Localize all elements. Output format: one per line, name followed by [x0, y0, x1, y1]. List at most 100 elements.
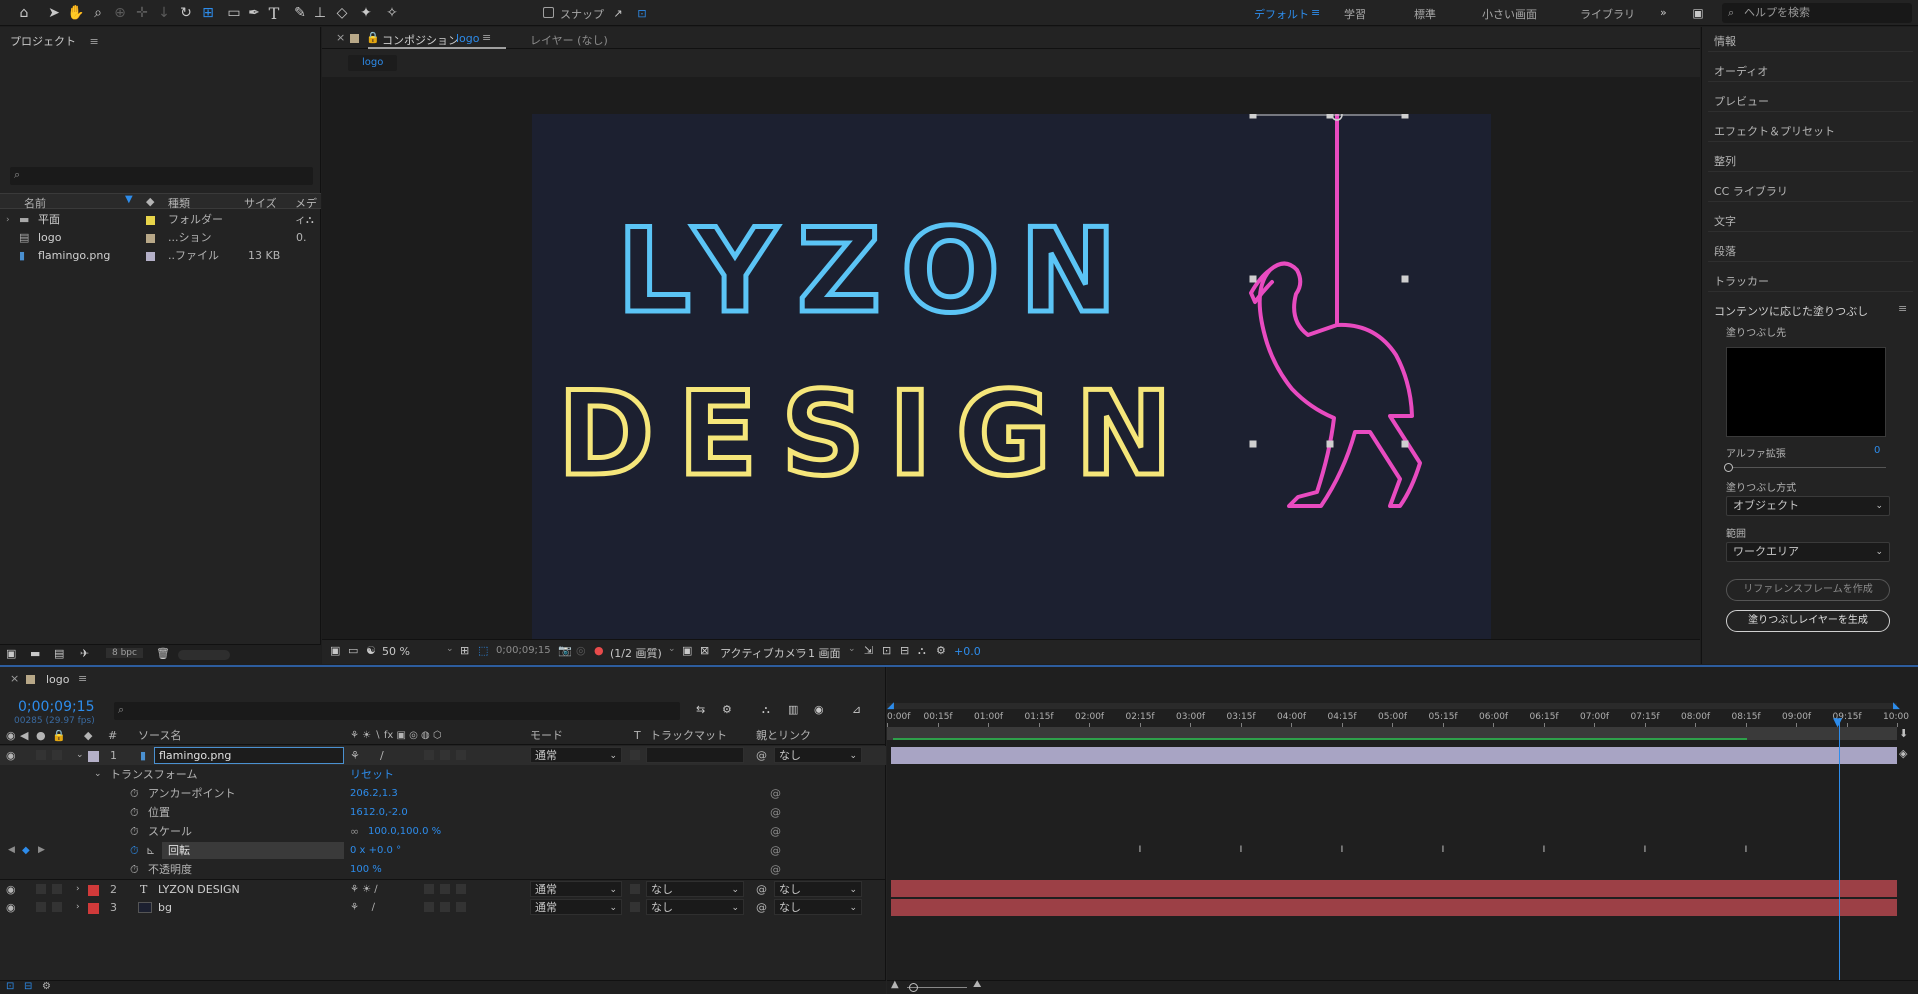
graph-editor-icon[interactable]: ⊿	[852, 703, 861, 716]
handle-bottom-right[interactable]	[1401, 440, 1409, 448]
prev-keyframe-icon[interactable]: ◀	[8, 841, 15, 860]
expand-arrow-icon[interactable]: ⌄	[76, 746, 84, 765]
grid-icon[interactable]: ⊞	[460, 644, 469, 657]
switch-box[interactable]	[440, 902, 450, 912]
brush-tool-icon[interactable]: ✎	[290, 3, 310, 23]
flowchart-icon[interactable]: ⛬	[306, 211, 314, 229]
rotation-keyframe-icon[interactable]: I	[1541, 845, 1548, 855]
current-time-display[interactable]: 0;00;09;15	[18, 699, 95, 715]
workspace-menu-icon[interactable]: ≡	[1311, 6, 1320, 19]
snap-checkbox[interactable]	[543, 7, 554, 18]
col-size[interactable]: サイズ	[244, 195, 277, 211]
create-reference-frame-button[interactable]: リファレンスフレームを作成	[1726, 579, 1890, 601]
interpret-footage-icon[interactable]: ▣	[6, 647, 16, 660]
layer-bar-2[interactable]	[891, 880, 1897, 897]
stopwatch-active-icon[interactable]: ⏱	[130, 841, 139, 860]
handle-top-left[interactable]	[1249, 111, 1257, 119]
transform-reset-link[interactable]: リセット	[350, 765, 394, 784]
fill-method-select[interactable]: オブジェクト ⌄	[1726, 496, 1890, 516]
solo-icon[interactable]: ●	[36, 727, 46, 745]
pickwhip-icon[interactable]: @	[770, 803, 781, 822]
eye-icon[interactable]: ◉	[6, 898, 16, 917]
shy-layers-icon[interactable]: ⛬	[762, 703, 770, 717]
panel-paragraph[interactable]: 段落	[1714, 243, 1736, 259]
layer-label-swatch[interactable]	[88, 885, 99, 896]
switch-box[interactable]	[424, 902, 434, 912]
pen-tool-icon[interactable]: ✒	[244, 3, 264, 23]
layer-row-3[interactable]: ◉ › 3 bg ⚘ ∕ 通常 ⌄ なし ⌄ @ なし ⌄	[0, 898, 886, 917]
rotation-keyframe-icon[interactable]: I	[1137, 845, 1144, 855]
anchor-tool-icon[interactable]: ⊞	[198, 3, 218, 23]
col-name[interactable]: 名前	[24, 195, 46, 211]
region-of-interest-icon[interactable]: ⬚	[478, 644, 488, 657]
exposure-value[interactable]: +0.0	[954, 645, 981, 658]
sort-arrow-icon[interactable]: ▼	[125, 194, 133, 205]
trackmatte-select[interactable]: なし ⌄	[646, 899, 744, 915]
zoom-dropdown[interactable]: 50 %	[382, 645, 410, 658]
flamingo-shape[interactable]	[1249, 113, 1422, 508]
show-snapshot-icon[interactable]: ◎	[576, 644, 586, 657]
panel-menu-icon[interactable]: ≡	[1898, 302, 1907, 315]
toggle-switches-icon[interactable]: ⊡	[6, 981, 14, 992]
prop-row-anchor[interactable]: ⏱ アンカーポイント 206.2,1.3 @	[0, 784, 886, 803]
bpc-button[interactable]: 8 bpc	[106, 648, 143, 658]
label-swatch[interactable]	[146, 252, 155, 261]
rotation-keyframe-icon[interactable]: I	[1238, 845, 1245, 855]
prop-row-opacity[interactable]: ⏱ 不透明度 100 % @	[0, 860, 886, 879]
zoom-in-icon[interactable]: ⛰	[973, 979, 981, 990]
composition-viewer[interactable]: LYZON DESIGN	[322, 77, 1700, 651]
zoom-out-icon[interactable]: ▲	[891, 979, 899, 990]
current-time-indicator[interactable]	[1839, 722, 1840, 982]
video-toggle-icon[interactable]: ◉	[6, 727, 16, 745]
playhead-handle-icon[interactable]: ▼	[1833, 715, 1842, 729]
lyzon-text[interactable]: LYZON	[615, 202, 1137, 342]
panel-menu-icon[interactable]: ≡	[482, 31, 491, 44]
display-icon[interactable]: ▭	[348, 644, 358, 657]
pickwhip-icon[interactable]: @	[756, 880, 767, 899]
next-keyframe-icon[interactable]: ▶	[38, 841, 45, 860]
close-tab-icon[interactable]: ×	[10, 672, 19, 685]
label-swatch[interactable]	[146, 216, 155, 225]
pickwhip-icon[interactable]: @	[770, 860, 781, 879]
camera-arrow[interactable]: ⌄	[794, 644, 802, 654]
label-tag-icon[interactable]: ◆	[84, 727, 92, 745]
layer-bar-3[interactable]	[891, 899, 1897, 916]
alpha-expansion-value[interactable]: 0	[1874, 445, 1880, 456]
channel-icon[interactable]: ●	[594, 644, 604, 657]
panel-info[interactable]: 情報	[1714, 33, 1736, 49]
trackmatte-select[interactable]: なし ⌄	[646, 881, 744, 897]
lock-icon[interactable]: 🔒	[366, 31, 380, 44]
prop-value[interactable]: 1612.0,-2.0	[350, 803, 408, 822]
preserve-transparency-box[interactable]	[630, 750, 640, 760]
switch-box[interactable]	[456, 750, 466, 760]
audio-toggle-icon[interactable]: ◀	[20, 727, 28, 745]
panel-tracker[interactable]: トラッカー	[1714, 273, 1769, 289]
reset-exposure-icon[interactable]: ⚙	[936, 644, 946, 657]
switch-box[interactable]	[440, 750, 450, 760]
resolution-arrow[interactable]: ⌄	[668, 644, 676, 654]
project-search-input[interactable]: ⌕	[10, 167, 313, 185]
layer-row-1[interactable]: ◉ ⌄ 1 ▮ flamingo.png ⚘ ∕ 通常 ⌄ @ なし ⌄	[0, 746, 886, 765]
label-swatch[interactable]	[146, 234, 155, 243]
puppet-pin-icon[interactable]: ✧	[382, 3, 402, 23]
handle-right-mid[interactable]	[1401, 275, 1409, 283]
col-trackmatte[interactable]: トラックマット	[650, 727, 727, 745]
orbit-tool-icon[interactable]: ⊕	[110, 3, 130, 23]
transparency-grid-icon[interactable]: ⊠	[700, 644, 709, 657]
comp-mini-flowchart-icon[interactable]: ⇆	[696, 703, 705, 716]
workspace-default[interactable]: デフォルト	[1254, 6, 1309, 22]
new-folder-icon[interactable]: ▬	[30, 647, 40, 660]
panel-audio[interactable]: オーディオ	[1714, 63, 1768, 79]
pickwhip-icon[interactable]: @	[756, 746, 767, 765]
solo-box[interactable]	[36, 750, 46, 760]
solo-box[interactable]	[36, 902, 46, 912]
expand-arrow-icon[interactable]: ⌄	[94, 765, 102, 784]
draft-3d-icon[interactable]: ⚙	[722, 703, 732, 716]
mask-visibility-icon[interactable]: ☯	[366, 644, 376, 657]
alpha-slider-track[interactable]	[1726, 467, 1886, 468]
close-tab-icon[interactable]: ×	[336, 31, 345, 44]
zoom-dropdown-arrow[interactable]: ⌄	[446, 644, 454, 654]
eye-icon[interactable]: ◉	[6, 880, 16, 899]
fast-preview-icon[interactable]: ▣	[682, 644, 692, 657]
views-dropdown[interactable]: 1 画面	[808, 645, 841, 661]
